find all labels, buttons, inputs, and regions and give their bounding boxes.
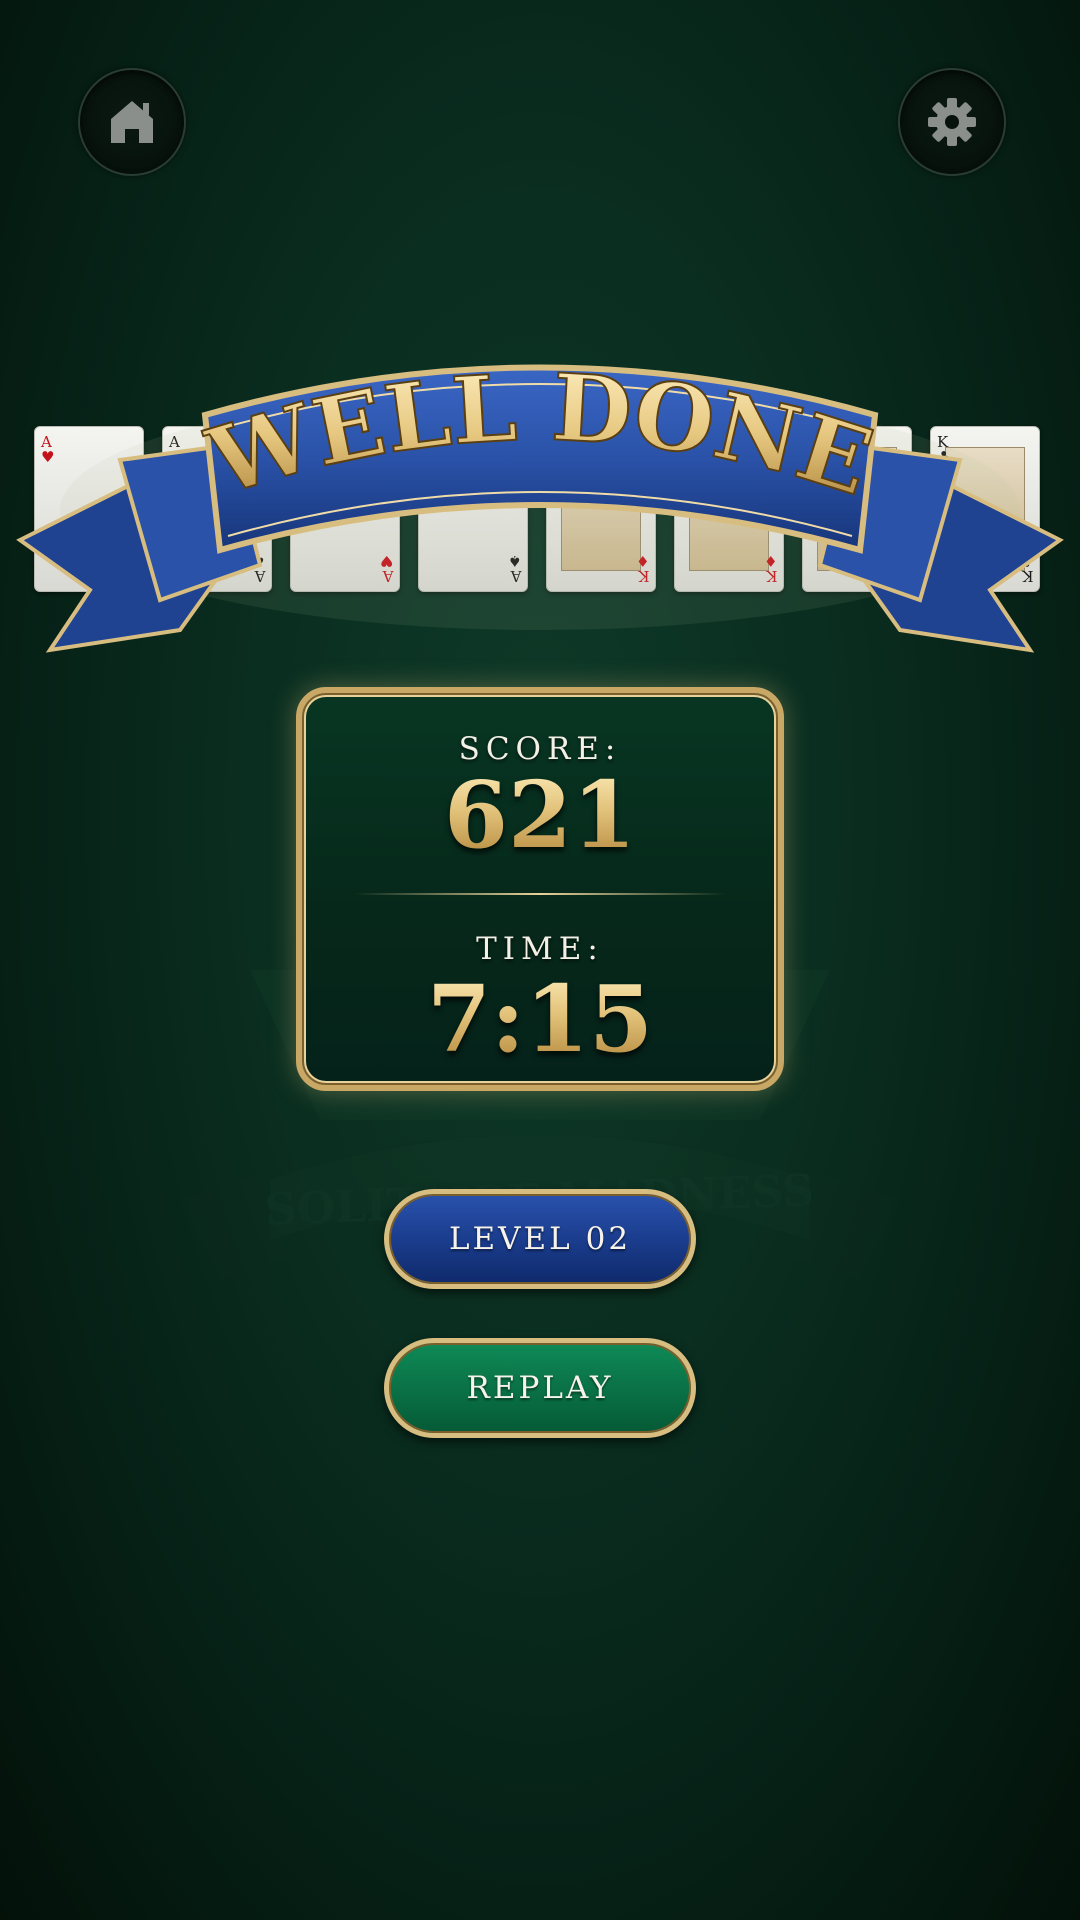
settings-button[interactable]: [898, 68, 1006, 176]
home-icon: [111, 101, 153, 143]
results-panel: SCORE: 621 TIME: 7:15: [296, 687, 784, 1091]
panel-divider: [354, 893, 726, 895]
time-value: 7:15: [302, 973, 778, 1065]
gear-icon: [928, 98, 976, 146]
next-level-button[interactable]: LEVEL 02: [384, 1189, 696, 1289]
home-button[interactable]: [78, 68, 186, 176]
score-value: 621: [302, 769, 778, 861]
replay-button[interactable]: REPLAY: [384, 1338, 696, 1438]
well-done-banner: WELL DONE: [16, 352, 1064, 653]
time-label: TIME:: [476, 931, 604, 967]
